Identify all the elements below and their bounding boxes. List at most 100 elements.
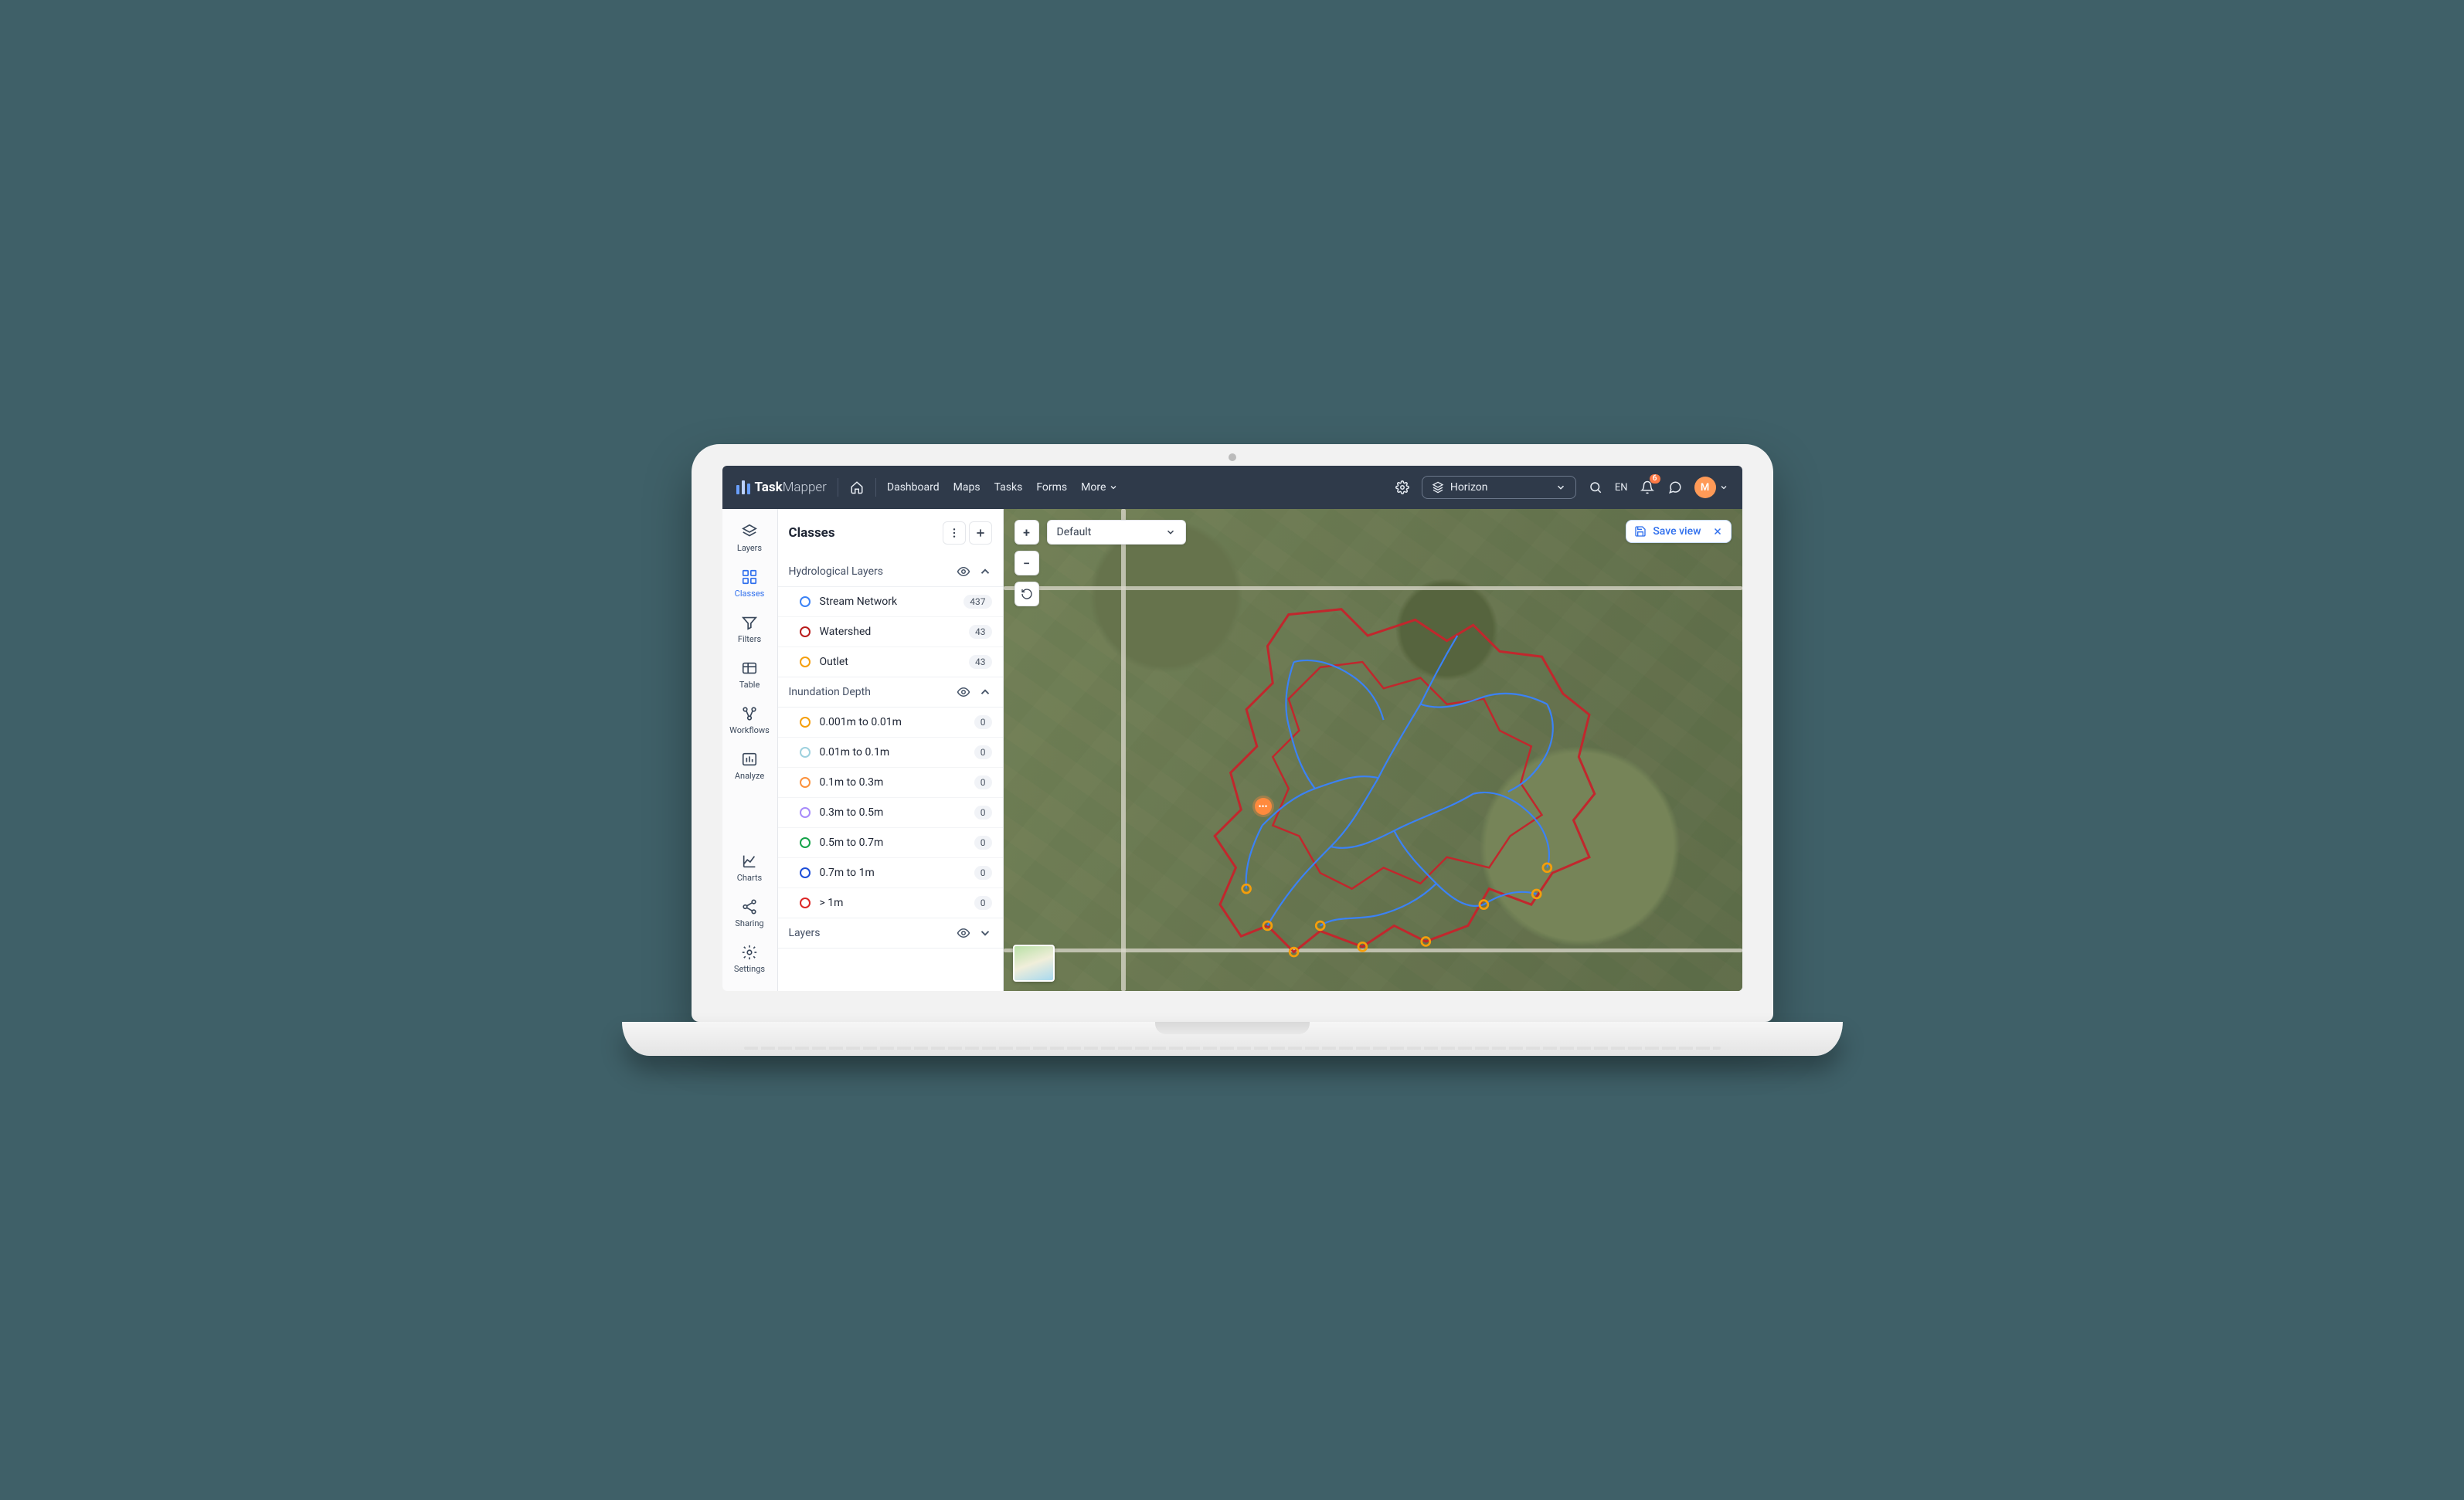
group-title: Hydrological Layers [789,565,883,578]
home-icon [850,480,864,494]
avatar: M [1694,477,1716,498]
basemap-label: Default [1057,526,1092,538]
search-button[interactable] [1587,479,1604,496]
home-button[interactable] [849,480,865,495]
project-select[interactable]: Horizon [1422,476,1576,499]
brand-bars-icon [736,480,750,494]
rail-charts[interactable]: Charts [726,847,773,889]
rail-label: Sharing [735,918,763,928]
rail-label: Charts [737,873,762,883]
rail-layers[interactable]: Layers [726,517,773,559]
watershed-feature[interactable] [1215,609,1595,952]
basemap-select[interactable]: Default [1047,520,1186,545]
stream-network[interactable] [1246,636,1552,926]
legend-count: 0 [974,745,992,759]
group-visibility-toggle[interactable] [957,565,970,579]
rail-label: Analyze [735,771,764,781]
reset-rotation-button[interactable] [1014,582,1039,606]
rail-analyze[interactable]: Analyze [726,745,773,787]
legend-swatch [800,807,811,818]
legend-item[interactable]: > 1m0 [778,887,1003,918]
legend-count: 43 [969,655,992,669]
group-collapse-toggle[interactable] [978,565,992,579]
legend-item[interactable]: 0.3m to 0.5m0 [778,797,1003,827]
rail-workflows[interactable]: Workflows [726,699,773,742]
watershed-feature[interactable] [1273,662,1541,889]
notifications-button[interactable]: 6 [1639,479,1656,496]
save-icon [1634,525,1647,538]
gear-icon [1395,480,1409,494]
grid-icon [741,568,758,585]
legend-item[interactable]: Outlet 43 [778,646,1003,677]
panel-more-button[interactable] [943,521,966,545]
nav-links: Dashboard Maps Tasks Forms More [887,481,1118,494]
chevron-down-icon [1109,483,1118,492]
legend-item[interactable]: 0.01m to 0.1m0 [778,737,1003,767]
chat-icon [1668,480,1682,494]
settings-gear-button[interactable] [1394,479,1411,496]
mini-map-toggle[interactable] [1013,945,1055,982]
close-save-view[interactable] [1712,526,1723,537]
notification-count-badge: 6 [1650,474,1660,484]
rail-label: Table [739,680,760,690]
rail-sharing[interactable]: Sharing [726,892,773,935]
zoom-in-button[interactable]: + [1014,520,1039,545]
group-collapse-toggle[interactable] [978,685,992,699]
group-header[interactable]: Layers [778,918,1003,949]
group-visibility-toggle[interactable] [957,926,970,940]
panel-add-button[interactable] [969,521,992,545]
nav-dashboard[interactable]: Dashboard [887,481,940,494]
legend-item[interactable]: Watershed43 [778,616,1003,646]
save-view-button[interactable]: Save view [1626,520,1731,543]
rail-classes[interactable]: Classes [726,562,773,605]
legend-swatch [800,747,811,758]
legend-label: Outlet [820,656,848,668]
nav-forms[interactable]: Forms [1036,481,1067,494]
chevron-icon [978,685,992,699]
group-collapse-toggle[interactable] [978,926,992,940]
save-view-label: Save view [1653,525,1701,538]
eye-icon [957,685,970,699]
group-header[interactable]: Hydrological Layers [778,557,1003,587]
nav-tasks[interactable]: Tasks [994,481,1023,494]
panel-header: Classes [778,509,1003,557]
group-title: Layers [789,927,821,939]
legend-count: 437 [964,595,991,609]
group-title: Inundation Depth [789,686,871,698]
rail-filters[interactable]: Filters [726,608,773,650]
nav-more[interactable]: More [1081,481,1118,494]
group-header[interactable]: Inundation Depth [778,677,1003,708]
legend-count: 0 [974,836,992,850]
chevron-icon [978,926,992,940]
legend-item[interactable]: 0.1m to 0.3m0 [778,767,1003,797]
map-controls-left: + − Default [1014,520,1186,606]
legend-item[interactable]: 0.7m to 1m0 [778,857,1003,887]
nav-maps[interactable]: Maps [953,481,981,494]
legend-swatch [800,717,811,728]
legend-item[interactable]: Stream Network437 [778,587,1003,616]
share-icon [741,898,758,915]
rail-table[interactable]: Table [726,653,773,696]
close-icon [1712,526,1723,537]
rail-label: Filters [738,634,761,644]
language-toggle[interactable]: EN [1615,482,1628,494]
map-marker[interactable]: ••• [1255,798,1272,815]
brand-logo[interactable]: TaskMapper [736,480,827,495]
chat-button[interactable] [1667,479,1684,496]
zoom-out-button[interactable]: − [1014,551,1039,575]
analyze-icon [741,751,758,768]
workflow-icon [741,705,758,722]
group-visibility-toggle[interactable] [957,685,970,699]
layers-icon [741,523,758,540]
eye-icon [957,565,970,579]
dots-vertical-icon [948,527,960,539]
laptop-mockup: TaskMapper Dashboard Maps Tasks Forms Mo… [692,444,1773,1056]
rail-settings[interactable]: Settings [726,938,773,980]
legend-label: 0.001m to 0.01m [820,716,902,728]
legend-item[interactable]: 0.5m to 0.7m0 [778,827,1003,857]
map-viewport[interactable]: ••• + − Default [1004,509,1742,991]
user-menu[interactable]: M [1694,477,1728,498]
legend-item[interactable]: 0.001m to 0.01m0 [778,708,1003,737]
legend-count: 0 [974,866,992,880]
separator [875,478,876,497]
